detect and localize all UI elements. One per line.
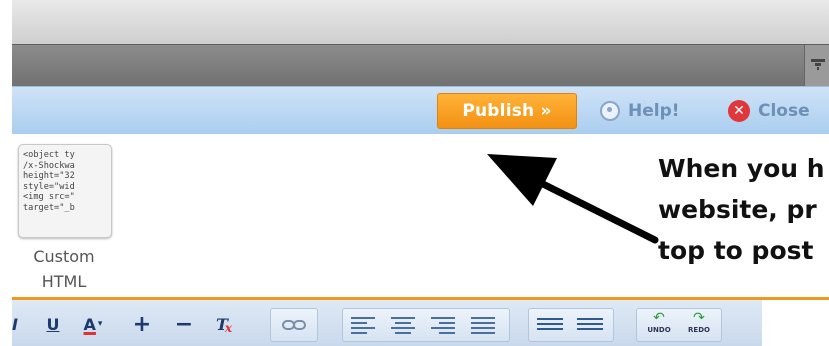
chevron-down-icon: ▾	[97, 319, 103, 329]
clear-format-button[interactable]: T x	[212, 313, 236, 336]
increase-size-button[interactable]: +	[132, 312, 152, 337]
numbered-list-icon[interactable]	[577, 315, 603, 333]
alignment-group	[342, 308, 510, 342]
element-panel: <object ty /x-Shockwa height="32 style="…	[12, 134, 829, 298]
link-icon[interactable]	[282, 318, 306, 332]
close-link[interactable]: ✕ Close	[728, 99, 810, 123]
undo-button[interactable]: ↶ UNDO	[641, 311, 677, 339]
underline-button[interactable]: U	[44, 313, 62, 335]
bullet-list-icon[interactable]	[537, 315, 563, 333]
help-icon	[600, 101, 620, 121]
help-label: Help!	[628, 101, 680, 121]
close-label: Close	[758, 101, 810, 121]
redo-icon: ↷	[693, 310, 705, 326]
help-link[interactable]: Help!	[600, 99, 680, 123]
editor-header: Publish » Help! ✕ Close	[12, 86, 829, 135]
editor-dark-bar	[12, 44, 829, 87]
history-group: ↶ UNDO ↷ REDO	[636, 308, 722, 342]
left-margin	[0, 0, 12, 346]
custom-html-label: Custom HTML	[12, 244, 116, 294]
font-color-label: A	[83, 314, 96, 334]
align-left-icon[interactable]	[351, 314, 375, 337]
link-group	[270, 308, 318, 342]
annotation-text: When you h website, pr top to post	[658, 154, 825, 265]
format-toolbar: I U A ▾ + − T x ↶ UNDO ↷ REDO	[12, 300, 762, 346]
font-color-button[interactable]: A ▾	[80, 313, 106, 335]
redo-label: REDO	[688, 326, 710, 334]
custom-html-label-line-2: HTML	[41, 272, 87, 291]
custom-html-label-line-1: Custom	[33, 247, 95, 266]
undo-label: UNDO	[647, 326, 671, 334]
publish-button[interactable]: Publish »	[437, 93, 577, 129]
list-group	[528, 308, 614, 342]
italic-button[interactable]: I	[8, 313, 22, 335]
justify-icon[interactable]	[471, 314, 495, 337]
align-center-icon[interactable]	[391, 314, 415, 337]
redo-button[interactable]: ↷ REDO	[681, 311, 717, 339]
filter-icon[interactable]	[804, 45, 829, 87]
clear-x-icon: x	[224, 321, 233, 335]
decrease-size-button[interactable]: −	[174, 312, 194, 337]
align-right-icon[interactable]	[431, 314, 455, 337]
undo-icon: ↶	[653, 310, 665, 326]
custom-html-element[interactable]: <object ty /x-Shockwa height="32 style="…	[18, 144, 112, 238]
close-icon: ✕	[728, 100, 750, 122]
annotation-arrow	[487, 154, 659, 244]
custom-html-code-preview: <object ty /x-Shockwa height="32 style="…	[23, 150, 75, 213]
browser-top-bar	[12, 0, 829, 44]
